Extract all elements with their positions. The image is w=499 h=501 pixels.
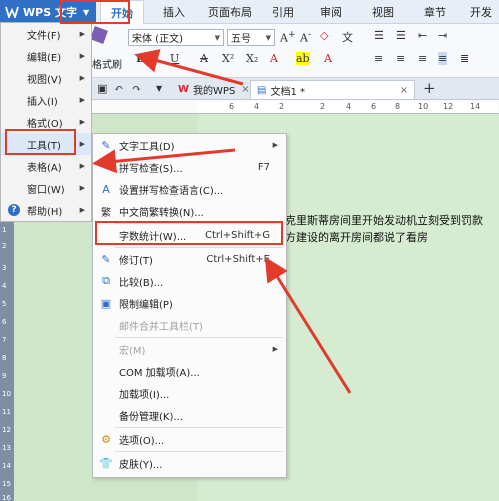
arrow-to-word-count [264, 256, 352, 394]
arrow-to-wps-menu [134, 49, 244, 86]
annotation-arrows [92, 49, 352, 394]
arrow-to-tools [92, 148, 236, 174]
